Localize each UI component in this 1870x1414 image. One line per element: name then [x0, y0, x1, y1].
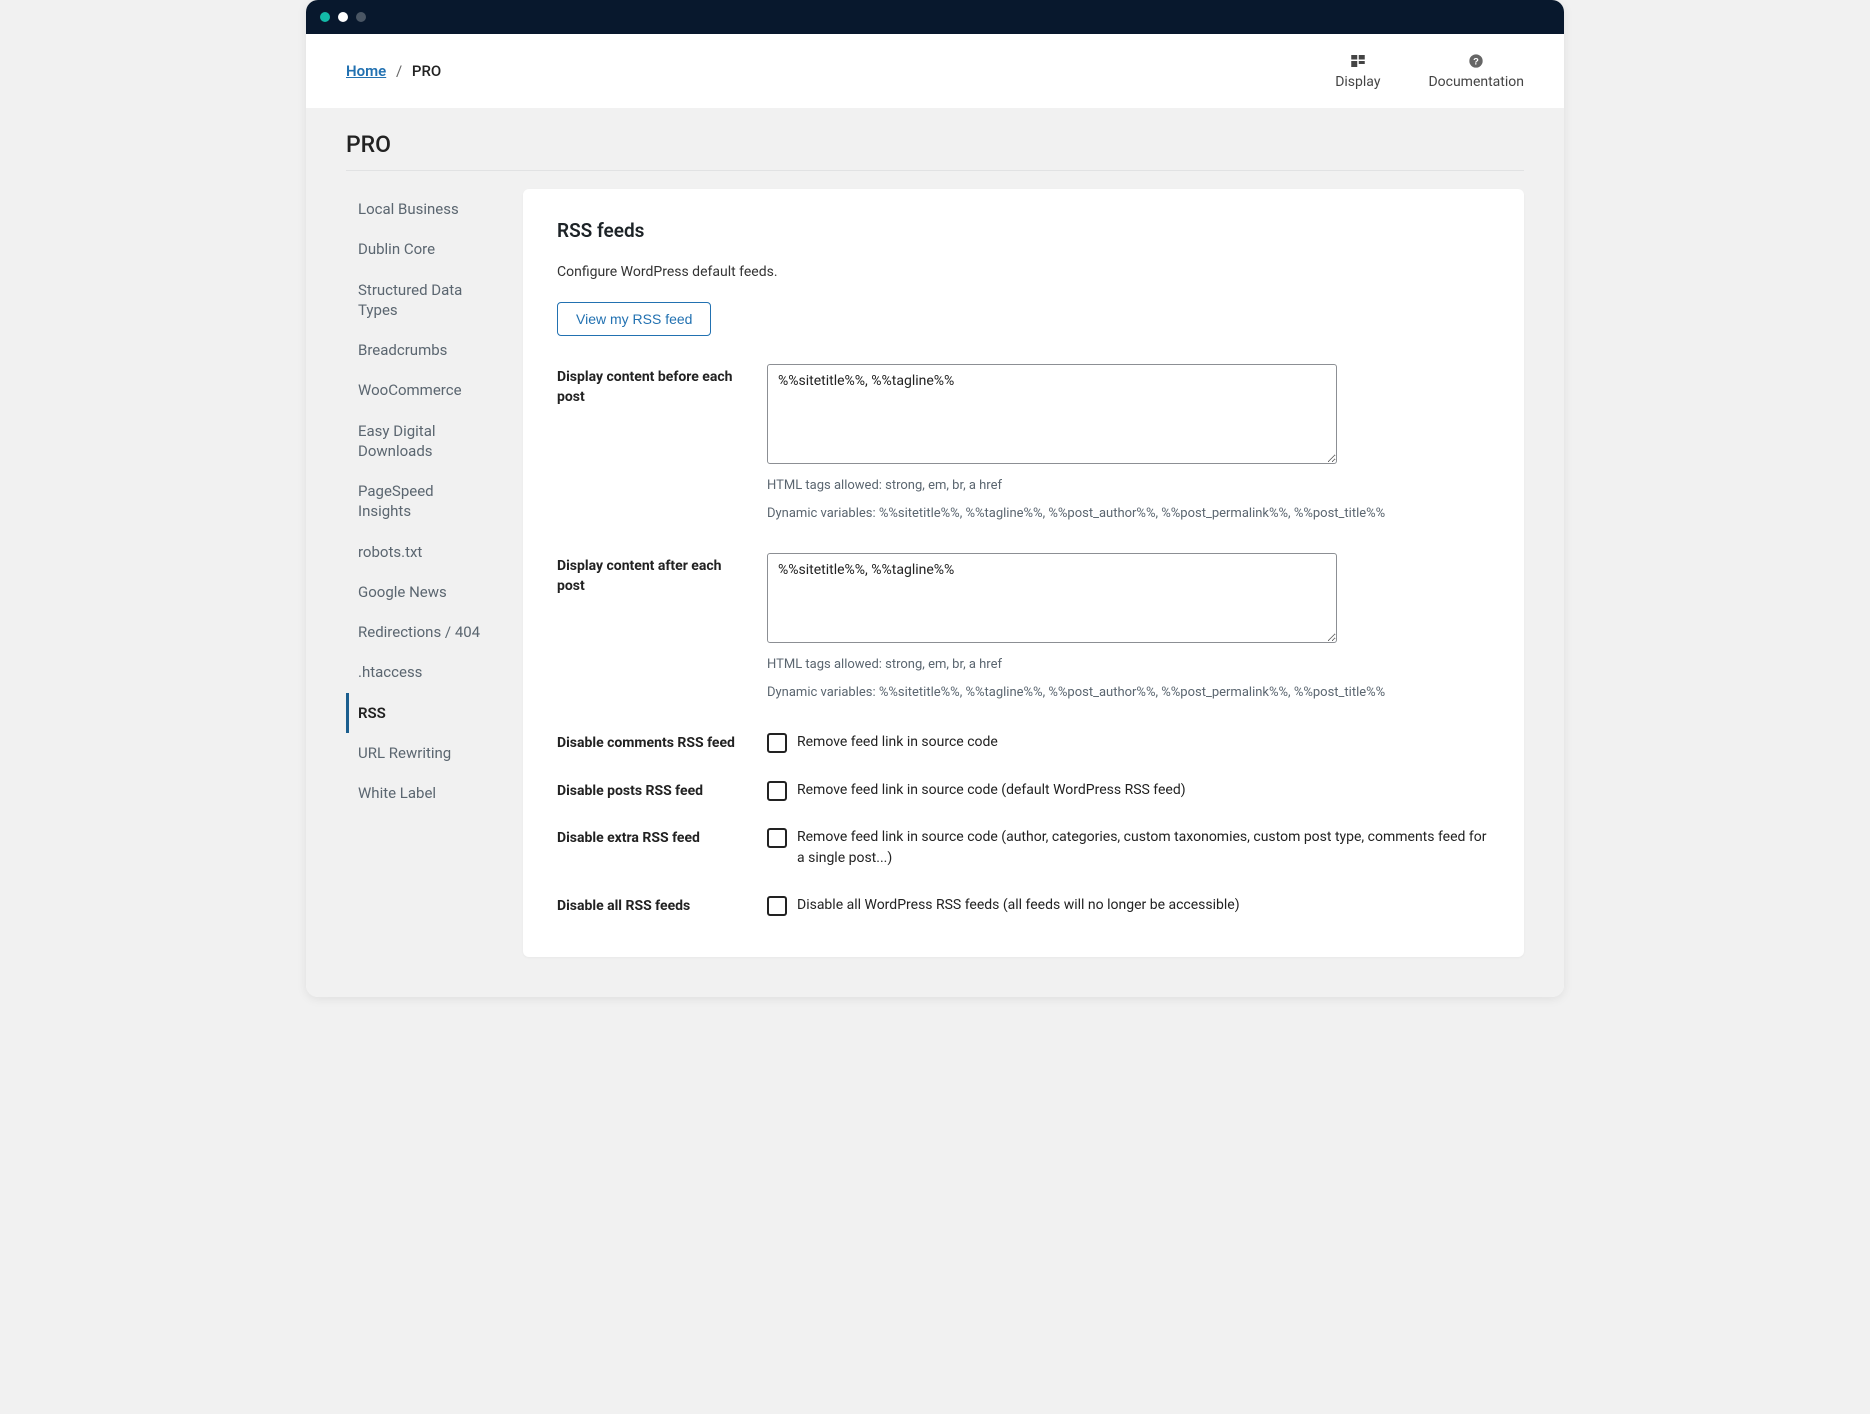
svg-text:?: ?	[1473, 56, 1479, 66]
display-icon	[1349, 52, 1367, 70]
checkbox-disable-comments-feed[interactable]	[767, 733, 787, 753]
sidebar-item-dublin-core[interactable]: Dublin Core	[346, 229, 493, 269]
sidebar-item-google-news[interactable]: Google News	[346, 572, 493, 612]
breadcrumb-home-link[interactable]: Home	[346, 62, 386, 80]
sidebar: Local Business Dublin Core Structured Da…	[346, 189, 493, 813]
checkbox-disable-all-feeds[interactable]	[767, 896, 787, 916]
label-after-post: Display content after each post	[557, 553, 747, 596]
field-after-post: HTML tags allowed: strong, em, br, a hre…	[767, 553, 1490, 702]
help-icon: ?	[1467, 52, 1485, 70]
checkbox-disable-posts-feed[interactable]	[767, 781, 787, 801]
traffic-light-close[interactable]	[320, 12, 330, 22]
view-rss-feed-button[interactable]: View my RSS feed	[557, 302, 711, 336]
window-titlebar	[306, 0, 1564, 34]
label-disable-extra-feed: Disable extra RSS feed	[557, 827, 747, 849]
textarea-after-post[interactable]	[767, 553, 1337, 643]
sidebar-item-woocommerce[interactable]: WooCommerce	[346, 370, 493, 410]
label-disable-all-feeds: Disable all RSS feeds	[557, 895, 747, 917]
page-body: PRO Local Business Dublin Core Structure…	[306, 109, 1564, 997]
traffic-light-zoom[interactable]	[356, 12, 366, 22]
app-window: Home / PRO Display ? Documentation PRO	[306, 0, 1564, 997]
textarea-before-post[interactable]	[767, 364, 1337, 464]
breadcrumb-separator: /	[396, 62, 402, 80]
sidebar-item-htaccess[interactable]: .htaccess	[346, 652, 493, 692]
row-disable-comments-feed: Disable comments RSS feed Remove feed li…	[557, 732, 1490, 754]
text-disable-extra-feed: Remove feed link in source code (author,…	[797, 827, 1490, 869]
checkbox-disable-extra-feed[interactable]	[767, 828, 787, 848]
hint-before-vars: Dynamic variables: %%sitetitle%%, %%tagl…	[767, 504, 1490, 524]
sidebar-item-breadcrumbs[interactable]: Breadcrumbs	[346, 330, 493, 370]
row-after-post: Display content after each post HTML tag…	[557, 553, 1490, 702]
sidebar-item-pagespeed-insights[interactable]: PageSpeed Insights	[346, 471, 493, 532]
label-before-post: Display content before each post	[557, 364, 747, 407]
hint-before-html: HTML tags allowed: strong, em, br, a hre…	[767, 476, 1490, 496]
breadcrumb-current: PRO	[412, 62, 441, 80]
card-title: RSS feeds	[557, 219, 1490, 242]
text-disable-posts-feed: Remove feed link in source code (default…	[797, 780, 1186, 801]
sidebar-item-url-rewriting[interactable]: URL Rewriting	[346, 733, 493, 773]
text-disable-all-feeds: Disable all WordPress RSS feeds (all fee…	[797, 895, 1240, 916]
row-disable-extra-feed: Disable extra RSS feed Remove feed link …	[557, 827, 1490, 869]
layout: Local Business Dublin Core Structured Da…	[346, 189, 1524, 957]
hint-after-html: HTML tags allowed: strong, em, br, a hre…	[767, 655, 1490, 675]
row-before-post: Display content before each post HTML ta…	[557, 364, 1490, 523]
field-before-post: HTML tags allowed: strong, em, br, a hre…	[767, 364, 1490, 523]
sidebar-item-structured-data-types[interactable]: Structured Data Types	[346, 270, 493, 331]
header: Home / PRO Display ? Documentation	[306, 34, 1564, 109]
sidebar-item-easy-digital-downloads[interactable]: Easy Digital Downloads	[346, 411, 493, 472]
text-disable-comments-feed: Remove feed link in source code	[797, 732, 998, 753]
sidebar-item-white-label[interactable]: White Label	[346, 773, 493, 813]
hint-after-vars: Dynamic variables: %%sitetitle%%, %%tagl…	[767, 683, 1490, 703]
nav-documentation[interactable]: ? Documentation	[1428, 52, 1524, 90]
row-disable-posts-feed: Disable posts RSS feed Remove feed link …	[557, 780, 1490, 802]
sidebar-item-redirections-404[interactable]: Redirections / 404	[346, 612, 493, 652]
page-title: PRO	[346, 131, 1524, 158]
page-title-row: PRO	[346, 109, 1524, 171]
nav-display-label: Display	[1335, 74, 1380, 90]
sidebar-item-local-business[interactable]: Local Business	[346, 189, 493, 229]
settings-card: RSS feeds Configure WordPress default fe…	[523, 189, 1524, 957]
label-disable-comments-feed: Disable comments RSS feed	[557, 732, 747, 754]
sidebar-item-robots-txt[interactable]: robots.txt	[346, 532, 493, 572]
traffic-light-minimize[interactable]	[338, 12, 348, 22]
label-disable-posts-feed: Disable posts RSS feed	[557, 780, 747, 802]
header-nav: Display ? Documentation	[1335, 52, 1524, 90]
breadcrumb: Home / PRO	[346, 62, 441, 80]
sidebar-item-rss[interactable]: RSS	[346, 693, 493, 733]
card-description: Configure WordPress default feeds.	[557, 264, 1490, 280]
nav-documentation-label: Documentation	[1428, 74, 1524, 90]
row-disable-all-feeds: Disable all RSS feeds Disable all WordPr…	[557, 895, 1490, 917]
nav-display[interactable]: Display	[1335, 52, 1380, 90]
